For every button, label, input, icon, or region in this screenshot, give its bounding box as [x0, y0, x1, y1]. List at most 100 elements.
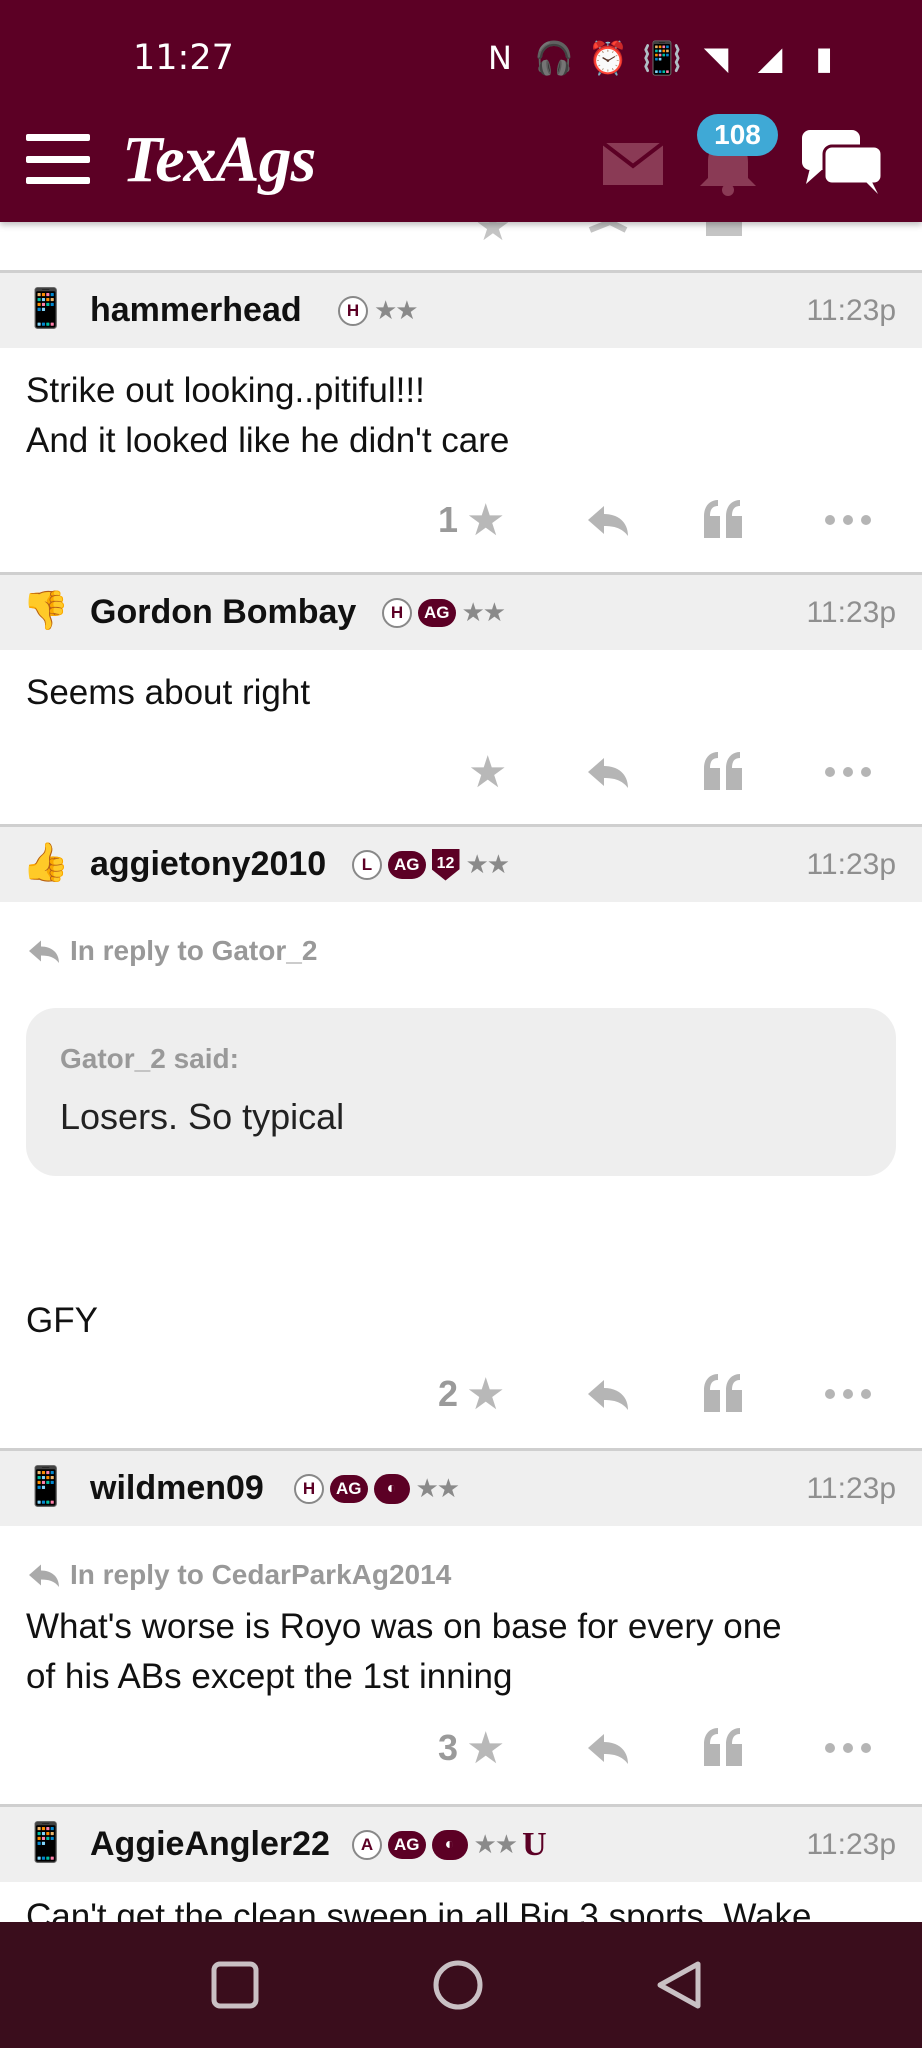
star-icon: ★ [466, 1723, 506, 1773]
back-triangle-icon[interactable] [654, 1960, 704, 2010]
mascot-badge-icon: ◐ [373, 1473, 410, 1504]
star-count: 2 [438, 1373, 459, 1414]
stars-badge: ★★ [461, 597, 507, 627]
reply-to-link[interactable]: In reply to CedarParkAg2014 [26, 1550, 896, 1600]
user-badges: L AG 12 ★★ [352, 848, 510, 881]
reply-icon[interactable] [584, 1724, 632, 1772]
post: 📱 AggieAngler22 A AG ◐ ★★ U 11:23p Can't… [0, 1804, 922, 1922]
quote-block: Gator_2 said: Losers. So typical [26, 1008, 896, 1176]
thumbs-up-icon[interactable]: 👍 [22, 841, 69, 885]
post-header: 👍 aggietony2010 L AG 12 ★★ 11:23p [0, 824, 922, 902]
chat-icon[interactable] [800, 128, 884, 196]
post-text-line: Seems about right [26, 673, 311, 712]
badge-a: A [352, 1829, 382, 1860]
star-icon: ★ [466, 495, 506, 545]
post-header: 📱 hammerhead H ★★ 11:23p [0, 270, 922, 348]
quote-author: Gator_2 said: [60, 1043, 239, 1074]
username[interactable]: aggietony2010 [90, 845, 326, 884]
post-body: Can't get the clean sweep in all Big 3 s… [0, 1882, 922, 1922]
reply-to-link[interactable]: In reply to Gator_2 [26, 926, 896, 976]
star-button[interactable]: ★ [468, 742, 507, 802]
mail-icon[interactable] [602, 142, 664, 186]
username[interactable]: Gordon Bombay [90, 593, 356, 632]
alarm-icon: ⏰ [588, 39, 628, 77]
reply-icon[interactable] [584, 1370, 632, 1418]
post: 📱 wildmen09 H AG ◐ ★★ 11:23p In reply to… [0, 1448, 922, 1804]
username[interactable]: wildmen09 [90, 1469, 264, 1508]
quote-icon[interactable] [700, 1724, 748, 1772]
previous-post-actions: ★ [475, 222, 742, 249]
phone-icon[interactable]: 📱 [22, 287, 69, 331]
more-options-icon[interactable] [824, 748, 872, 796]
quote-icon[interactable] [700, 496, 748, 544]
thread-feed[interactable]: ★ 📱 hammerhead H ★★ 11:23p Strike out lo… [0, 222, 922, 1922]
post-body: In reply to CedarParkAg2014 What's worse… [0, 1526, 922, 1702]
post-time: 11:23p [806, 847, 896, 881]
badge-ag: AG [330, 1474, 368, 1503]
menu-icon[interactable] [26, 134, 90, 184]
texags-logo[interactable]: TexAgs [122, 122, 316, 198]
home-circle-icon[interactable] [431, 1958, 485, 2012]
user-badges: H ★★ [338, 295, 419, 326]
stars-badge: ★★ [415, 1473, 461, 1503]
post-text-line: of his ABs except the 1st inning [26, 1657, 513, 1696]
reply-arrow-icon [29, 1564, 59, 1587]
stars-badge: ★★ [473, 1829, 519, 1859]
post: 👎 Gordon Bombay H AG ★★ 11:23p Seems abo… [0, 572, 922, 822]
badge-l: L [352, 849, 382, 880]
post-header: 📱 AggieAngler22 A AG ◐ ★★ U 11:23p [0, 1804, 922, 1882]
username[interactable]: AggieAngler22 [90, 1825, 330, 1864]
badge-ag: AG [388, 1830, 426, 1859]
star-button[interactable]: 3 ★ [438, 1718, 505, 1778]
badge-u: U [522, 1825, 547, 1863]
status-icons: N 🎧 ⏰ 📳 ◥ ◢ ▮ [480, 38, 844, 78]
status-time: 11:27 [133, 38, 234, 78]
reply-to-text: In reply to Gator_2 [70, 935, 318, 966]
post-header: 👎 Gordon Bombay H AG ★★ 11:23p [0, 572, 922, 650]
mascot-badge-icon: ◐ [431, 1829, 468, 1860]
badge-ag: AG [418, 598, 456, 627]
system-nav-bar [0, 1922, 922, 2048]
phone-icon[interactable]: 📱 [22, 1821, 69, 1865]
notification-count-badge[interactable]: 108 [697, 114, 778, 156]
nfc-icon: N [488, 39, 512, 77]
post-body: Strike out looking..pitiful!!! And it lo… [0, 348, 922, 466]
star-count: 3 [438, 1727, 459, 1768]
user-badges: H AG ◐ ★★ [294, 1473, 461, 1504]
reply-icon[interactable] [584, 496, 632, 544]
post-body: Seems about right [0, 650, 922, 718]
post-text-line: Can't get the clean sweep in all Big 3 s… [26, 1897, 812, 1922]
star-button[interactable]: 1 ★ [438, 490, 505, 550]
star-button[interactable]: 2 ★ [438, 1364, 505, 1424]
post-text-line: Strike out looking..pitiful!!! [26, 371, 425, 410]
post-actions: 2 ★ [0, 1364, 922, 1424]
badge-12th-man: 12 [431, 848, 460, 881]
badge-h: H [382, 597, 412, 628]
username[interactable]: hammerhead [90, 291, 302, 330]
more-options-icon[interactable] [824, 496, 872, 544]
reply-icon[interactable] [584, 748, 632, 796]
badge-h: H [338, 295, 368, 326]
phone-icon[interactable]: 📱 [22, 1465, 69, 1509]
more-options-icon[interactable] [824, 1370, 872, 1418]
thumbs-down-icon[interactable]: 👎 [22, 589, 69, 633]
reply-to-text: In reply to CedarParkAg2014 [70, 1559, 452, 1590]
star-count: 1 [438, 499, 459, 540]
battery-charging-icon: ▮ [815, 39, 833, 77]
quote-icon[interactable] [700, 748, 748, 796]
badge-ag: AG [388, 850, 426, 879]
star-icon: ★ [468, 747, 508, 797]
reply-arrow-icon [29, 940, 59, 963]
quote-icon[interactable] [700, 1370, 748, 1418]
badge-h: H [294, 1473, 324, 1504]
more-options-icon[interactable] [824, 1724, 872, 1772]
recents-square-icon[interactable] [210, 1960, 260, 2010]
post-actions: 3 ★ [0, 1718, 922, 1778]
post-time: 11:23p [806, 293, 896, 327]
star-icon: ★ [466, 1369, 506, 1419]
wifi-icon: ◥ [703, 39, 729, 77]
post: 👍 aggietony2010 L AG 12 ★★ 11:23p In rep… [0, 824, 922, 1446]
post-time: 11:23p [806, 1471, 896, 1505]
svg-text:★: ★ [475, 222, 511, 249]
signal-icon: ◢ [757, 39, 783, 77]
